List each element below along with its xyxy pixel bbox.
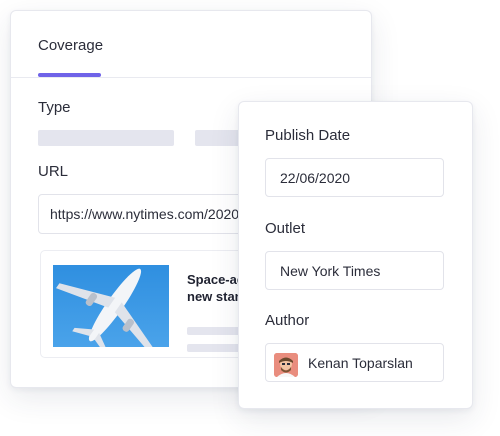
type-skeleton-1 (38, 130, 174, 146)
airplane-icon (53, 265, 169, 347)
tab-coverage[interactable]: Coverage (38, 37, 103, 54)
url-value: https://www.nytimes.com/2020 (50, 206, 240, 222)
metadata-card: Publish Date 22/06/2020 Outlet New York … (238, 101, 473, 409)
publish-date-input[interactable]: 22/06/2020 (265, 158, 444, 197)
author-input[interactable]: Kenan Toparslan (265, 343, 444, 382)
publish-date-value: 22/06/2020 (280, 169, 351, 186)
tab-active-indicator (38, 73, 101, 77)
outlet-label: Outlet (265, 220, 306, 237)
type-label: Type (38, 99, 71, 116)
tab-bar: Coverage (11, 11, 371, 78)
avatar (274, 353, 298, 377)
author-label: Author (265, 312, 310, 329)
author-value: Kenan Toparslan (308, 354, 413, 371)
publish-date-label: Publish Date (265, 127, 351, 144)
outlet-input[interactable]: New York Times (265, 251, 444, 290)
outlet-value: New York Times (280, 262, 381, 279)
url-label: URL (38, 163, 69, 180)
